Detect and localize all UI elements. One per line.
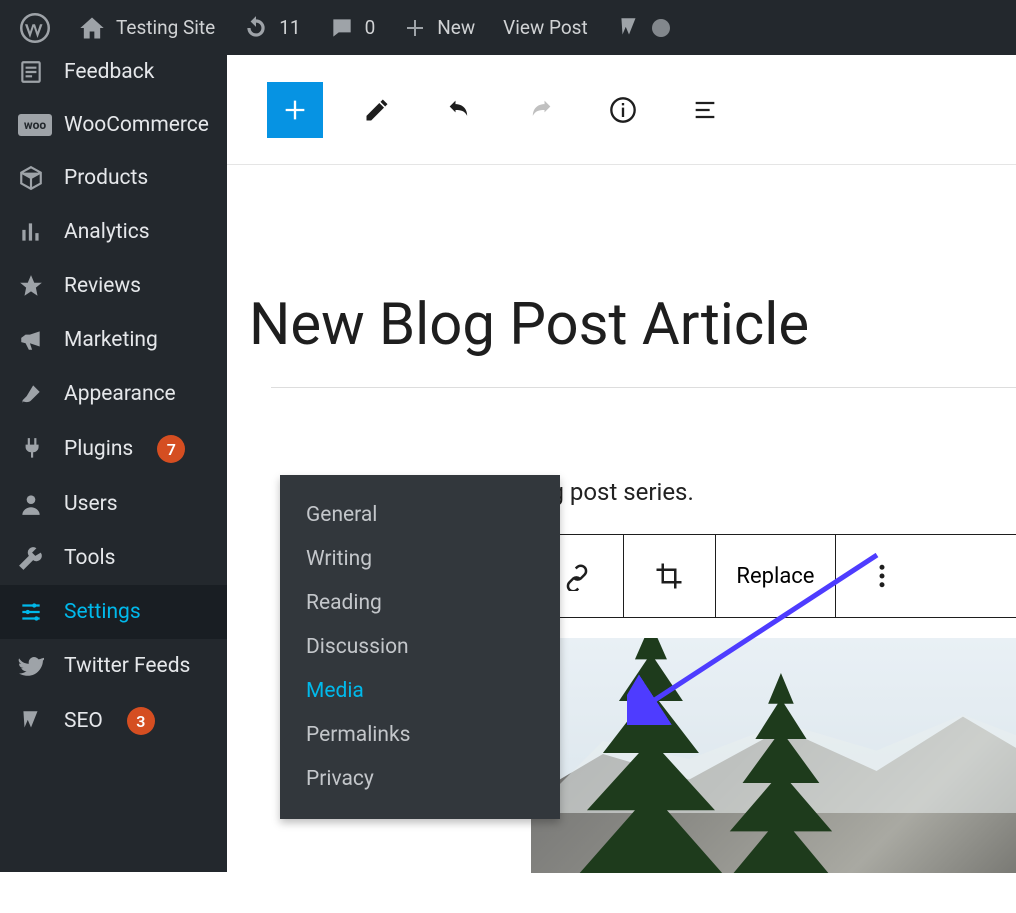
comment-icon <box>329 15 355 41</box>
plug-icon <box>18 436 44 462</box>
submenu-item-media[interactable]: Media <box>280 669 560 713</box>
plus-icon <box>403 16 427 40</box>
add-block-button[interactable] <box>267 82 323 138</box>
sidebar-item-label: Reviews <box>64 274 141 298</box>
image-block-toolbar: Replace <box>531 534 1016 618</box>
form-icon <box>18 59 44 85</box>
view-post[interactable]: View Post <box>489 0 602 55</box>
dots-vertical-icon <box>867 561 897 591</box>
submenu-item-permalinks[interactable]: Permalinks <box>280 713 560 757</box>
redo-icon <box>527 96 555 124</box>
replace-label: Replace <box>736 564 814 589</box>
edit-mode-button[interactable] <box>349 82 405 138</box>
sidebar-item-seo[interactable]: SEO 3 <box>0 693 227 749</box>
wrench-icon <box>18 545 44 571</box>
admin-bar: Testing Site 11 0 New View Post <box>0 0 1016 55</box>
sidebar-item-label: Settings <box>64 600 141 624</box>
admin-sidebar: Feedback woo WooCommerce Products Analyt… <box>0 55 227 872</box>
brush-icon <box>18 381 44 407</box>
yoast-menu[interactable] <box>602 0 684 55</box>
sidebar-item-label: Plugins <box>64 437 133 461</box>
yoast-icon <box>616 15 642 41</box>
sidebar-item-reviews[interactable]: Reviews <box>0 259 227 313</box>
site-home[interactable]: Testing Site <box>64 0 229 55</box>
user-icon <box>18 491 44 517</box>
sidebar-item-label: Twitter Feeds <box>64 654 190 678</box>
list-icon <box>691 96 719 124</box>
sidebar-item-appearance[interactable]: Appearance <box>0 367 227 421</box>
settings-submenu: General Writing Reading Discussion Media… <box>280 475 560 819</box>
sidebar-item-label: Tools <box>64 546 115 570</box>
info-button[interactable] <box>595 82 651 138</box>
sidebar-item-twitter-feeds[interactable]: Twitter Feeds <box>0 639 227 693</box>
undo-icon <box>445 96 473 124</box>
box-icon <box>18 165 44 191</box>
sidebar-item-label: Products <box>64 166 148 190</box>
home-icon <box>78 14 106 42</box>
submenu-item-discussion[interactable]: Discussion <box>280 625 560 669</box>
more-options-button[interactable] <box>836 535 928 617</box>
sidebar-item-label: Appearance <box>64 382 176 406</box>
sidebar-item-products[interactable]: Products <box>0 151 227 205</box>
comments[interactable]: 0 <box>315 0 390 55</box>
replace-button[interactable]: Replace <box>716 535 836 617</box>
chart-icon <box>18 219 44 245</box>
submenu-item-general[interactable]: General <box>280 493 560 537</box>
featured-image[interactable] <box>531 638 1016 873</box>
update-badge: 3 <box>127 707 155 735</box>
pencil-icon <box>363 96 391 124</box>
new-label: New <box>437 16 475 39</box>
info-icon <box>609 96 637 124</box>
sidebar-item-label: WooCommerce <box>64 113 209 137</box>
crop-icon <box>654 561 684 591</box>
submenu-item-privacy[interactable]: Privacy <box>280 757 560 801</box>
sliders-icon <box>18 599 44 625</box>
updates-count: 11 <box>279 16 300 39</box>
sidebar-item-feedback[interactable]: Feedback <box>0 55 227 99</box>
submenu-item-reading[interactable]: Reading <box>280 581 560 625</box>
wp-logo[interactable] <box>6 0 64 55</box>
editor-toolbar <box>227 55 1016 165</box>
sidebar-item-settings[interactable]: Settings <box>0 585 227 639</box>
sidebar-item-analytics[interactable]: Analytics <box>0 205 227 259</box>
status-dot-icon <box>652 19 670 37</box>
title-separator <box>271 387 1016 388</box>
refresh-icon <box>243 15 269 41</box>
comments-count: 0 <box>365 16 376 39</box>
crop-button[interactable] <box>624 535 716 617</box>
view-post-label: View Post <box>503 16 588 39</box>
twitter-icon <box>18 653 44 679</box>
undo-button[interactable] <box>431 82 487 138</box>
update-badge: 7 <box>157 435 185 463</box>
sidebar-item-label: Feedback <box>64 60 154 84</box>
outline-button[interactable] <box>677 82 733 138</box>
wordpress-icon <box>20 13 50 43</box>
updates[interactable]: 11 <box>229 0 314 55</box>
redo-button[interactable] <box>513 82 569 138</box>
submenu-item-writing[interactable]: Writing <box>280 537 560 581</box>
sidebar-item-label: Marketing <box>64 328 158 352</box>
star-icon <box>18 273 44 299</box>
site-title: Testing Site <box>116 16 215 39</box>
sidebar-item-tools[interactable]: Tools <box>0 531 227 585</box>
new-content[interactable]: New <box>389 0 489 55</box>
plus-icon <box>281 96 309 124</box>
link-icon <box>562 561 592 591</box>
megaphone-icon <box>18 327 44 353</box>
yoast-icon <box>18 708 44 734</box>
post-title[interactable]: New Blog Post Article <box>249 291 1016 359</box>
sidebar-item-users[interactable]: Users <box>0 477 227 531</box>
sidebar-item-label: SEO <box>64 709 103 733</box>
sidebar-item-woocommerce[interactable]: woo WooCommerce <box>0 99 227 151</box>
paragraph-block[interactable]: log post series. <box>531 478 1016 506</box>
woo-icon: woo <box>18 114 52 136</box>
sidebar-item-label: Users <box>64 492 118 516</box>
sidebar-item-label: Analytics <box>64 220 150 244</box>
sidebar-item-marketing[interactable]: Marketing <box>0 313 227 367</box>
sidebar-item-plugins[interactable]: Plugins 7 <box>0 421 227 477</box>
